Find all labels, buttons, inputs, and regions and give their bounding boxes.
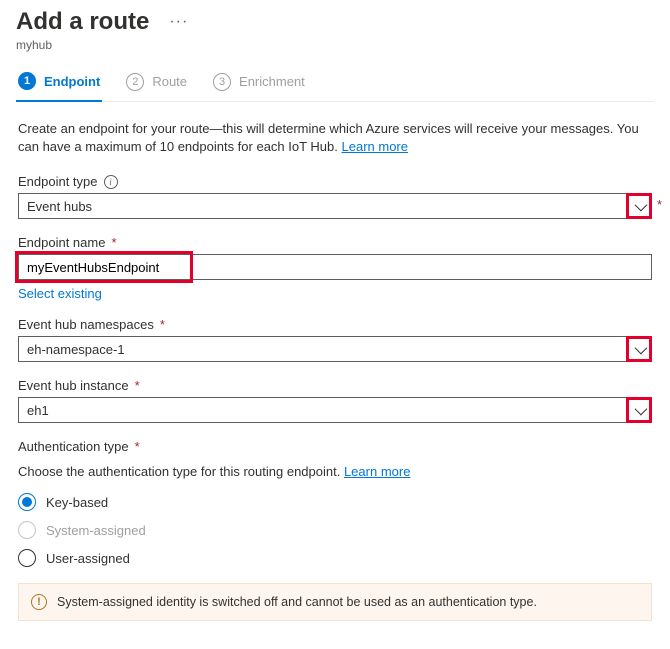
namespace-label: Event hub namespaces [18,317,154,332]
learn-more-link[interactable]: Learn more [342,139,408,154]
warning-icon: ! [31,594,47,610]
tab-route[interactable]: 2 Route [124,66,189,101]
required-marker: * [657,197,662,212]
step-number: 3 [213,73,231,91]
instance-value: eh1 [27,403,49,418]
endpoint-name-input[interactable] [18,254,652,280]
required-marker: * [160,317,165,332]
auth-radio-group: Key-based System-assigned User-assigned [18,493,652,567]
tab-label: Endpoint [44,74,100,89]
radio-key-based[interactable]: Key-based [18,493,652,511]
more-button[interactable]: ··· [163,12,194,32]
radio-label: User-assigned [46,551,130,566]
endpoint-type-label: Endpoint type [18,174,98,189]
radio-user-assigned[interactable]: User-assigned [18,549,652,567]
auth-learn-more-link[interactable]: Learn more [344,464,410,479]
tab-label: Enrichment [239,74,305,89]
auth-description: Choose the authentication type for this … [18,464,652,479]
radio-icon [18,521,36,539]
tab-enrichment[interactable]: 3 Enrichment [211,66,307,101]
info-icon[interactable]: i [104,175,118,189]
endpoint-type-select[interactable]: Event hubs [18,193,652,219]
required-marker: * [111,235,116,250]
radio-icon [18,549,36,567]
resource-name: myhub [16,38,654,52]
endpoint-name-label: Endpoint name [18,235,105,250]
namespace-value: eh-namespace-1 [27,342,125,357]
required-marker: * [135,439,140,454]
tab-label: Route [152,74,187,89]
radio-icon [18,493,36,511]
radio-label: System-assigned [46,523,146,538]
intro-text: Create an endpoint for your route—this w… [18,120,652,156]
select-existing-link[interactable]: Select existing [18,286,102,301]
auth-type-label: Authentication type [18,439,129,454]
endpoint-type-value: Event hubs [27,199,92,214]
page-title: Add a route [16,8,149,36]
instance-select[interactable]: eh1 [18,397,652,423]
tab-endpoint[interactable]: 1 Endpoint [16,66,102,102]
radio-system-assigned: System-assigned [18,521,652,539]
info-banner: ! System-assigned identity is switched o… [18,583,652,621]
wizard-tabs: 1 Endpoint 2 Route 3 Enrichment [16,66,654,102]
instance-label: Event hub instance [18,378,129,393]
banner-text: System-assigned identity is switched off… [57,595,537,609]
required-marker: * [135,378,140,393]
radio-label: Key-based [46,495,108,510]
namespace-select[interactable]: eh-namespace-1 [18,336,652,362]
step-number: 1 [18,72,36,90]
step-number: 2 [126,73,144,91]
